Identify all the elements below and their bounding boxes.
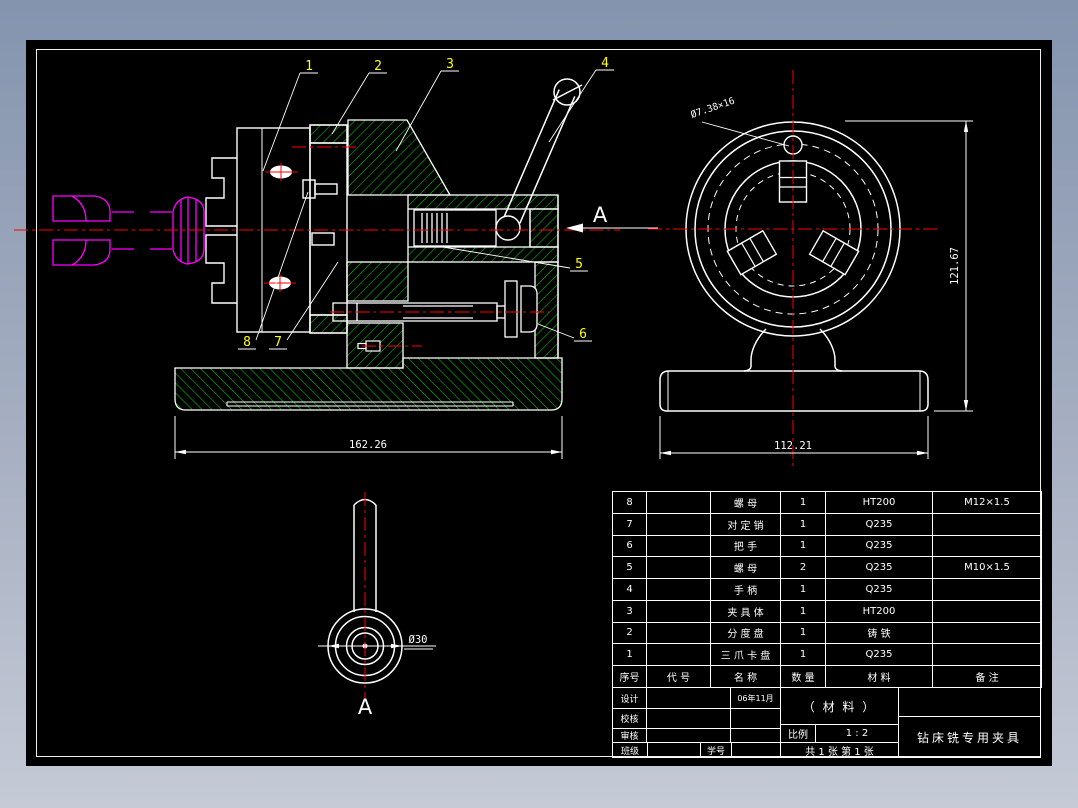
bom-cell-qty: 1 <box>781 622 826 645</box>
bom-cell-code <box>647 579 711 601</box>
bom-header-material: 材 料 <box>826 666 933 688</box>
design-label: 设计 <box>612 687 647 709</box>
bom-cell-code <box>647 492 711 514</box>
balloon-7: 7 <box>274 335 282 350</box>
balloon-5: 5 <box>575 257 583 272</box>
bom-cell-qty: 1 <box>781 579 826 601</box>
bom-header-seq: 序号 <box>613 666 647 688</box>
bom-cell-material: HT200 <box>826 492 933 514</box>
balloon-6: 6 <box>579 327 587 342</box>
bom-cell-seq: 5 <box>613 557 647 580</box>
bom-table: 8 螺 母 1 HT200 M12×1.5 7 对 定 销 1 Q235 6 把… <box>612 491 1042 688</box>
bom-cell-code <box>647 513 711 536</box>
side-height-dimension: 121.67 <box>949 247 961 285</box>
drawing-number-cell <box>898 687 1041 717</box>
audit-label: 审核 <box>612 728 647 743</box>
check-label: 校核 <box>612 708 647 729</box>
bom-cell-remark <box>933 579 1042 601</box>
bom-cell-seq: 6 <box>613 535 647 558</box>
bom-cell-qty: 1 <box>781 600 826 623</box>
bom-cell-code <box>647 644 711 667</box>
side-view: Ø7.38×16 121.67 112.21 <box>648 70 973 467</box>
bom-cell-seq: 2 <box>613 622 647 645</box>
design-value <box>646 687 731 709</box>
side-width-dimension: 112.21 <box>774 440 812 452</box>
cad-drawing-viewer: A 162.26 1 2 3 4 5 6 7 8 Ø7.38×16 121.67… <box>0 0 1078 808</box>
material-cell: （ 材 料 ） <box>780 687 899 725</box>
bom-cell-material: Q235 <box>826 579 933 601</box>
audit-date <box>730 728 781 743</box>
bom-cell-name: 把 手 <box>711 535 781 558</box>
bom-cell-material: Q235 <box>826 557 933 580</box>
bom-cell-material: Q235 <box>826 535 933 558</box>
bom-cell-material: HT200 <box>826 600 933 623</box>
detail-view-letter: A <box>358 695 373 719</box>
bom-cell-remark <box>933 513 1042 536</box>
check-value <box>646 708 731 729</box>
bom-cell-qty: 2 <box>781 557 826 580</box>
bom-cell-remark: M10×1.5 <box>933 557 1042 580</box>
balloon-1: 1 <box>305 59 313 74</box>
scale-value: 1 : 2 <box>815 724 899 743</box>
drawing-title: 钻床铣专用夹具 <box>898 716 1041 758</box>
bom-cell-code <box>647 622 711 645</box>
bom-cell-code <box>647 557 711 580</box>
bom-cell-remark <box>933 535 1042 558</box>
balloon-8: 8 <box>243 335 251 350</box>
bom-cell-name: 螺 母 <box>711 557 781 580</box>
audit-value <box>646 728 731 743</box>
student-id-label: 学号 <box>700 742 732 758</box>
bom-cell-name: 夹 具 体 <box>711 600 781 623</box>
class-value <box>647 742 701 758</box>
class-label: 班级 <box>612 742 648 758</box>
balloon-2: 2 <box>374 59 382 74</box>
bom-cell-seq: 4 <box>613 579 647 601</box>
bom-header-qty: 数 量 <box>781 666 826 688</box>
bom-cell-qty: 1 <box>781 644 826 667</box>
bom-cell-qty: 1 <box>781 513 826 536</box>
bom-cell-material: 铸 铁 <box>826 622 933 645</box>
bom-header-code: 代 号 <box>647 666 711 688</box>
bom-header-remark: 备 注 <box>933 666 1042 688</box>
bom-cell-remark: M12×1.5 <box>933 492 1042 514</box>
bom-header-name: 名 称 <box>711 666 781 688</box>
handle-diameter-dimension: Ø30 <box>409 634 428 646</box>
sheet-info: 共 1 张 第 1 张 <box>780 742 899 758</box>
bom-cell-seq: 8 <box>613 492 647 514</box>
bom-cell-name: 三 爪 卡 盘 <box>711 644 781 667</box>
bom-cell-name: 分 度 盘 <box>711 622 781 645</box>
balloon-4: 4 <box>601 56 609 71</box>
bom-cell-remark <box>933 600 1042 623</box>
bom-cell-remark <box>933 622 1042 645</box>
front-width-dimension: 162.26 <box>349 439 387 451</box>
bom-cell-code <box>647 535 711 558</box>
balloon-3: 3 <box>446 57 454 72</box>
bom-cell-name: 对 定 销 <box>711 513 781 536</box>
bom-cell-material: Q235 <box>826 513 933 536</box>
section-letter: A <box>593 203 608 227</box>
bom-cell-seq: 1 <box>613 644 647 667</box>
design-date: 06年11月 <box>730 687 781 709</box>
bom-cell-seq: 3 <box>613 600 647 623</box>
bom-cell-qty: 1 <box>781 492 826 514</box>
detail-view-a: Ø30 A <box>318 492 436 719</box>
front-section-view: A 162.26 1 2 3 4 5 6 7 8 <box>14 56 658 459</box>
bom-cell-seq: 7 <box>613 513 647 536</box>
bom-cell-remark <box>933 644 1042 667</box>
bom-cell-material: Q235 <box>826 644 933 667</box>
check-date <box>730 708 781 729</box>
bom-cell-name: 手 柄 <box>711 579 781 601</box>
title-block: 设计 06年11月 校核 审核 班级 学号 （ 材 料 ） 钻床铣专用夹具 比例… <box>612 687 1041 758</box>
student-id-value <box>731 742 781 758</box>
bom-cell-name: 螺 母 <box>711 492 781 514</box>
section-arrow-a: A <box>566 203 658 233</box>
scale-label: 比例 <box>780 724 816 743</box>
bom-cell-qty: 1 <box>781 535 826 558</box>
hole-dimension-label: Ø7.38×16 <box>689 95 736 120</box>
bom-cell-code <box>647 600 711 623</box>
